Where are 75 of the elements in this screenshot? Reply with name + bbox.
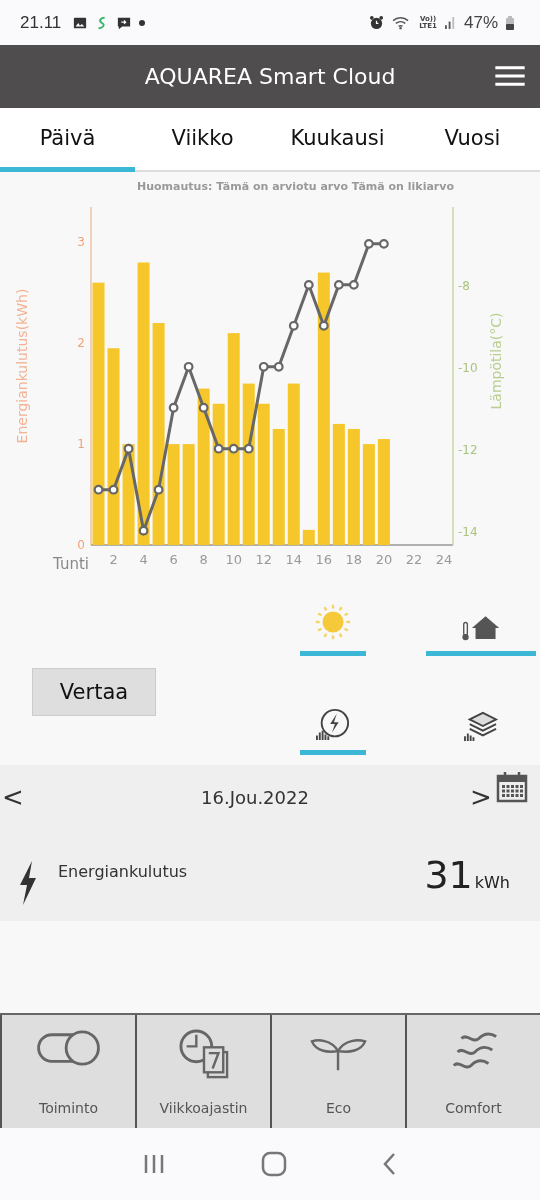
x-tick-label: 16 [315, 552, 333, 567]
previous-date-button[interactable]: < [2, 782, 24, 812]
y2-tick-label: -12 [458, 442, 478, 457]
temperature-point [333, 279, 344, 290]
image-icon [73, 15, 88, 30]
home-icon[interactable] [261, 1151, 287, 1177]
app-title: AQUAREA Smart Cloud [144, 64, 396, 89]
summary-value: 31 [424, 853, 473, 897]
clock: 21.11 [20, 12, 62, 33]
temperature-point [348, 279, 359, 290]
clock-calendar-icon [178, 1029, 229, 1081]
message-icon [117, 15, 132, 30]
summary-label: Energiankulutus [58, 861, 188, 881]
y2-tick-label: -10 [458, 360, 478, 375]
x-tick-label: 20 [375, 552, 393, 567]
battery-icon [506, 15, 514, 30]
x-tick-label: 2 [109, 552, 118, 567]
x-tick-label: 14 [285, 552, 303, 567]
temperature-point [198, 402, 209, 413]
period-tab[interactable]: Viikko [135, 108, 270, 172]
temperature-point [138, 525, 149, 536]
y-tick-label: 3 [77, 235, 85, 250]
x-tick-label: 6 [169, 552, 178, 567]
x-tick-label: 4 [139, 552, 148, 567]
temperature-point [123, 443, 134, 454]
temperature-point [273, 361, 284, 372]
period-tab[interactable]: Vuosi [405, 108, 540, 172]
temperature-point [213, 443, 224, 454]
lightning-icon [18, 861, 38, 905]
signal-icon [444, 16, 456, 29]
view-option[interactable] [300, 708, 366, 755]
y-tick-label: 2 [77, 336, 85, 351]
temperature-point [93, 484, 104, 495]
summary-unit: kWh [474, 872, 510, 892]
alarm-icon [369, 15, 385, 30]
period-tab[interactable]: Kuukausi [270, 108, 405, 172]
y2-tick-label: -8 [458, 278, 470, 293]
temperature-point [228, 443, 239, 454]
back-icon[interactable] [381, 1152, 398, 1176]
x-tick-label: 22 [405, 552, 423, 567]
temperature-point [168, 402, 179, 413]
compare-button[interactable]: Vertaa [32, 668, 156, 716]
y-tick-label: 1 [77, 437, 85, 452]
y2-tick-label: -14 [458, 524, 478, 539]
y2-axis-title: Lämpötila(°C) [488, 312, 504, 410]
x-tick-label: 18 [345, 552, 363, 567]
battery-percent: 47% [463, 12, 498, 33]
x-tick-label: 12 [255, 552, 272, 567]
temperature-point [258, 361, 269, 372]
x-tick-label: 24 [435, 552, 453, 567]
energy-bar [302, 529, 315, 545]
temperature-point [303, 279, 314, 290]
current-date: 16.Jou.2022 [200, 786, 310, 808]
menu-button[interactable] [494, 65, 526, 87]
house-thermometer-icon [461, 613, 501, 643]
x-axis-title: Tunti [53, 555, 89, 573]
dot-icon [139, 19, 146, 26]
chart-note: Huomautus: Tämä on arviotu arvo Tämä on likiarvo [137, 180, 454, 193]
temperature-point [363, 238, 374, 249]
y-axis-title: Energiankulutus(kWh) [14, 288, 30, 444]
toggle-icon [35, 1029, 102, 1067]
x-tick-label: 8 [199, 552, 208, 567]
period-tab[interactable]: Päivä [0, 108, 135, 172]
temperature-point [183, 361, 194, 372]
x-tick-label: 10 [225, 552, 242, 567]
temperature-point [379, 238, 389, 249]
temperature-point [108, 484, 119, 495]
energy-meter-icon [314, 708, 352, 742]
next-date-button[interactable]: > [470, 782, 492, 812]
temperature-point [243, 443, 254, 454]
temperature-point [153, 484, 164, 495]
layers-icon [462, 710, 500, 742]
y-tick-label: 0 [77, 538, 85, 552]
temperature-point [318, 320, 329, 331]
temperature-point [288, 320, 299, 331]
